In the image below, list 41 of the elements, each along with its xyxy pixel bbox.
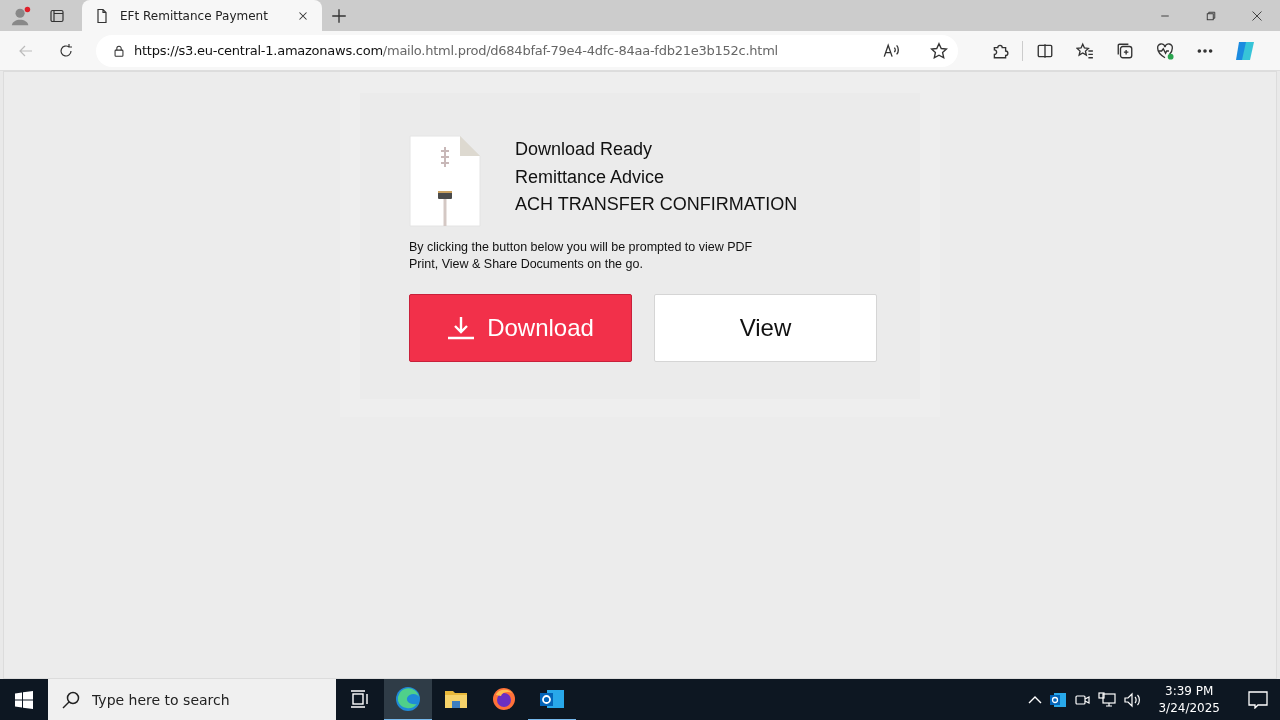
tab-actions-icon[interactable]	[49, 7, 65, 24]
zip-file-icon	[409, 135, 481, 227]
lock-icon[interactable]	[112, 43, 126, 58]
windows-start-icon[interactable]	[15, 691, 33, 709]
new-tab-icon[interactable]	[330, 6, 348, 25]
page-icon	[94, 7, 110, 24]
download-icon	[447, 316, 476, 340]
taskbar-search-field[interactable]: Type here to search	[48, 679, 336, 720]
profile-icon[interactable]	[10, 4, 32, 27]
search-icon	[62, 691, 80, 709]
star-icon[interactable]	[930, 41, 948, 60]
camera-icon[interactable]	[1074, 692, 1091, 708]
close-icon[interactable]	[1251, 9, 1263, 22]
read-aloud-icon[interactable]	[882, 41, 900, 60]
network-icon[interactable]	[1098, 692, 1117, 708]
document-title: ACH TRANSFER CONFIRMATION	[515, 194, 798, 216]
document-title: Remittance Advice	[515, 166, 666, 188]
taskbar-app[interactable]	[384, 679, 432, 720]
clock-time[interactable]: 3:39 PM	[1165, 683, 1214, 700]
browser-tab[interactable]: EFt Remittance Payment	[82, 0, 322, 31]
firefox-icon	[492, 687, 516, 711]
favorites-icon[interactable]	[1076, 41, 1094, 60]
clock-date[interactable]: 3/24/2025	[1158, 700, 1220, 717]
download-button[interactable]: Download	[409, 294, 632, 362]
health-icon[interactable]	[1156, 41, 1174, 60]
view-button[interactable]: View	[654, 294, 877, 362]
mail-app-icon	[539, 688, 565, 710]
folder-icon	[444, 689, 468, 709]
notifications-icon[interactable]	[1248, 691, 1268, 709]
browser-icon	[395, 686, 421, 712]
collections-icon[interactable]	[1116, 41, 1134, 60]
document-title: Download Ready	[515, 139, 654, 161]
split-screen-icon[interactable]	[1036, 41, 1054, 60]
notice-text: By clicking the button below you will be prompted to view PDF	[409, 239, 754, 256]
restore-icon[interactable]	[1205, 9, 1217, 22]
speaker-icon[interactable]	[1124, 692, 1143, 708]
chevron-up-icon[interactable]	[1028, 695, 1043, 705]
notice-text: Print, View & Share Documents on the go.	[409, 256, 644, 273]
mail-app-icon[interactable]	[1050, 692, 1067, 708]
task-view-icon[interactable]	[350, 690, 370, 708]
reload-icon[interactable]	[58, 42, 74, 59]
